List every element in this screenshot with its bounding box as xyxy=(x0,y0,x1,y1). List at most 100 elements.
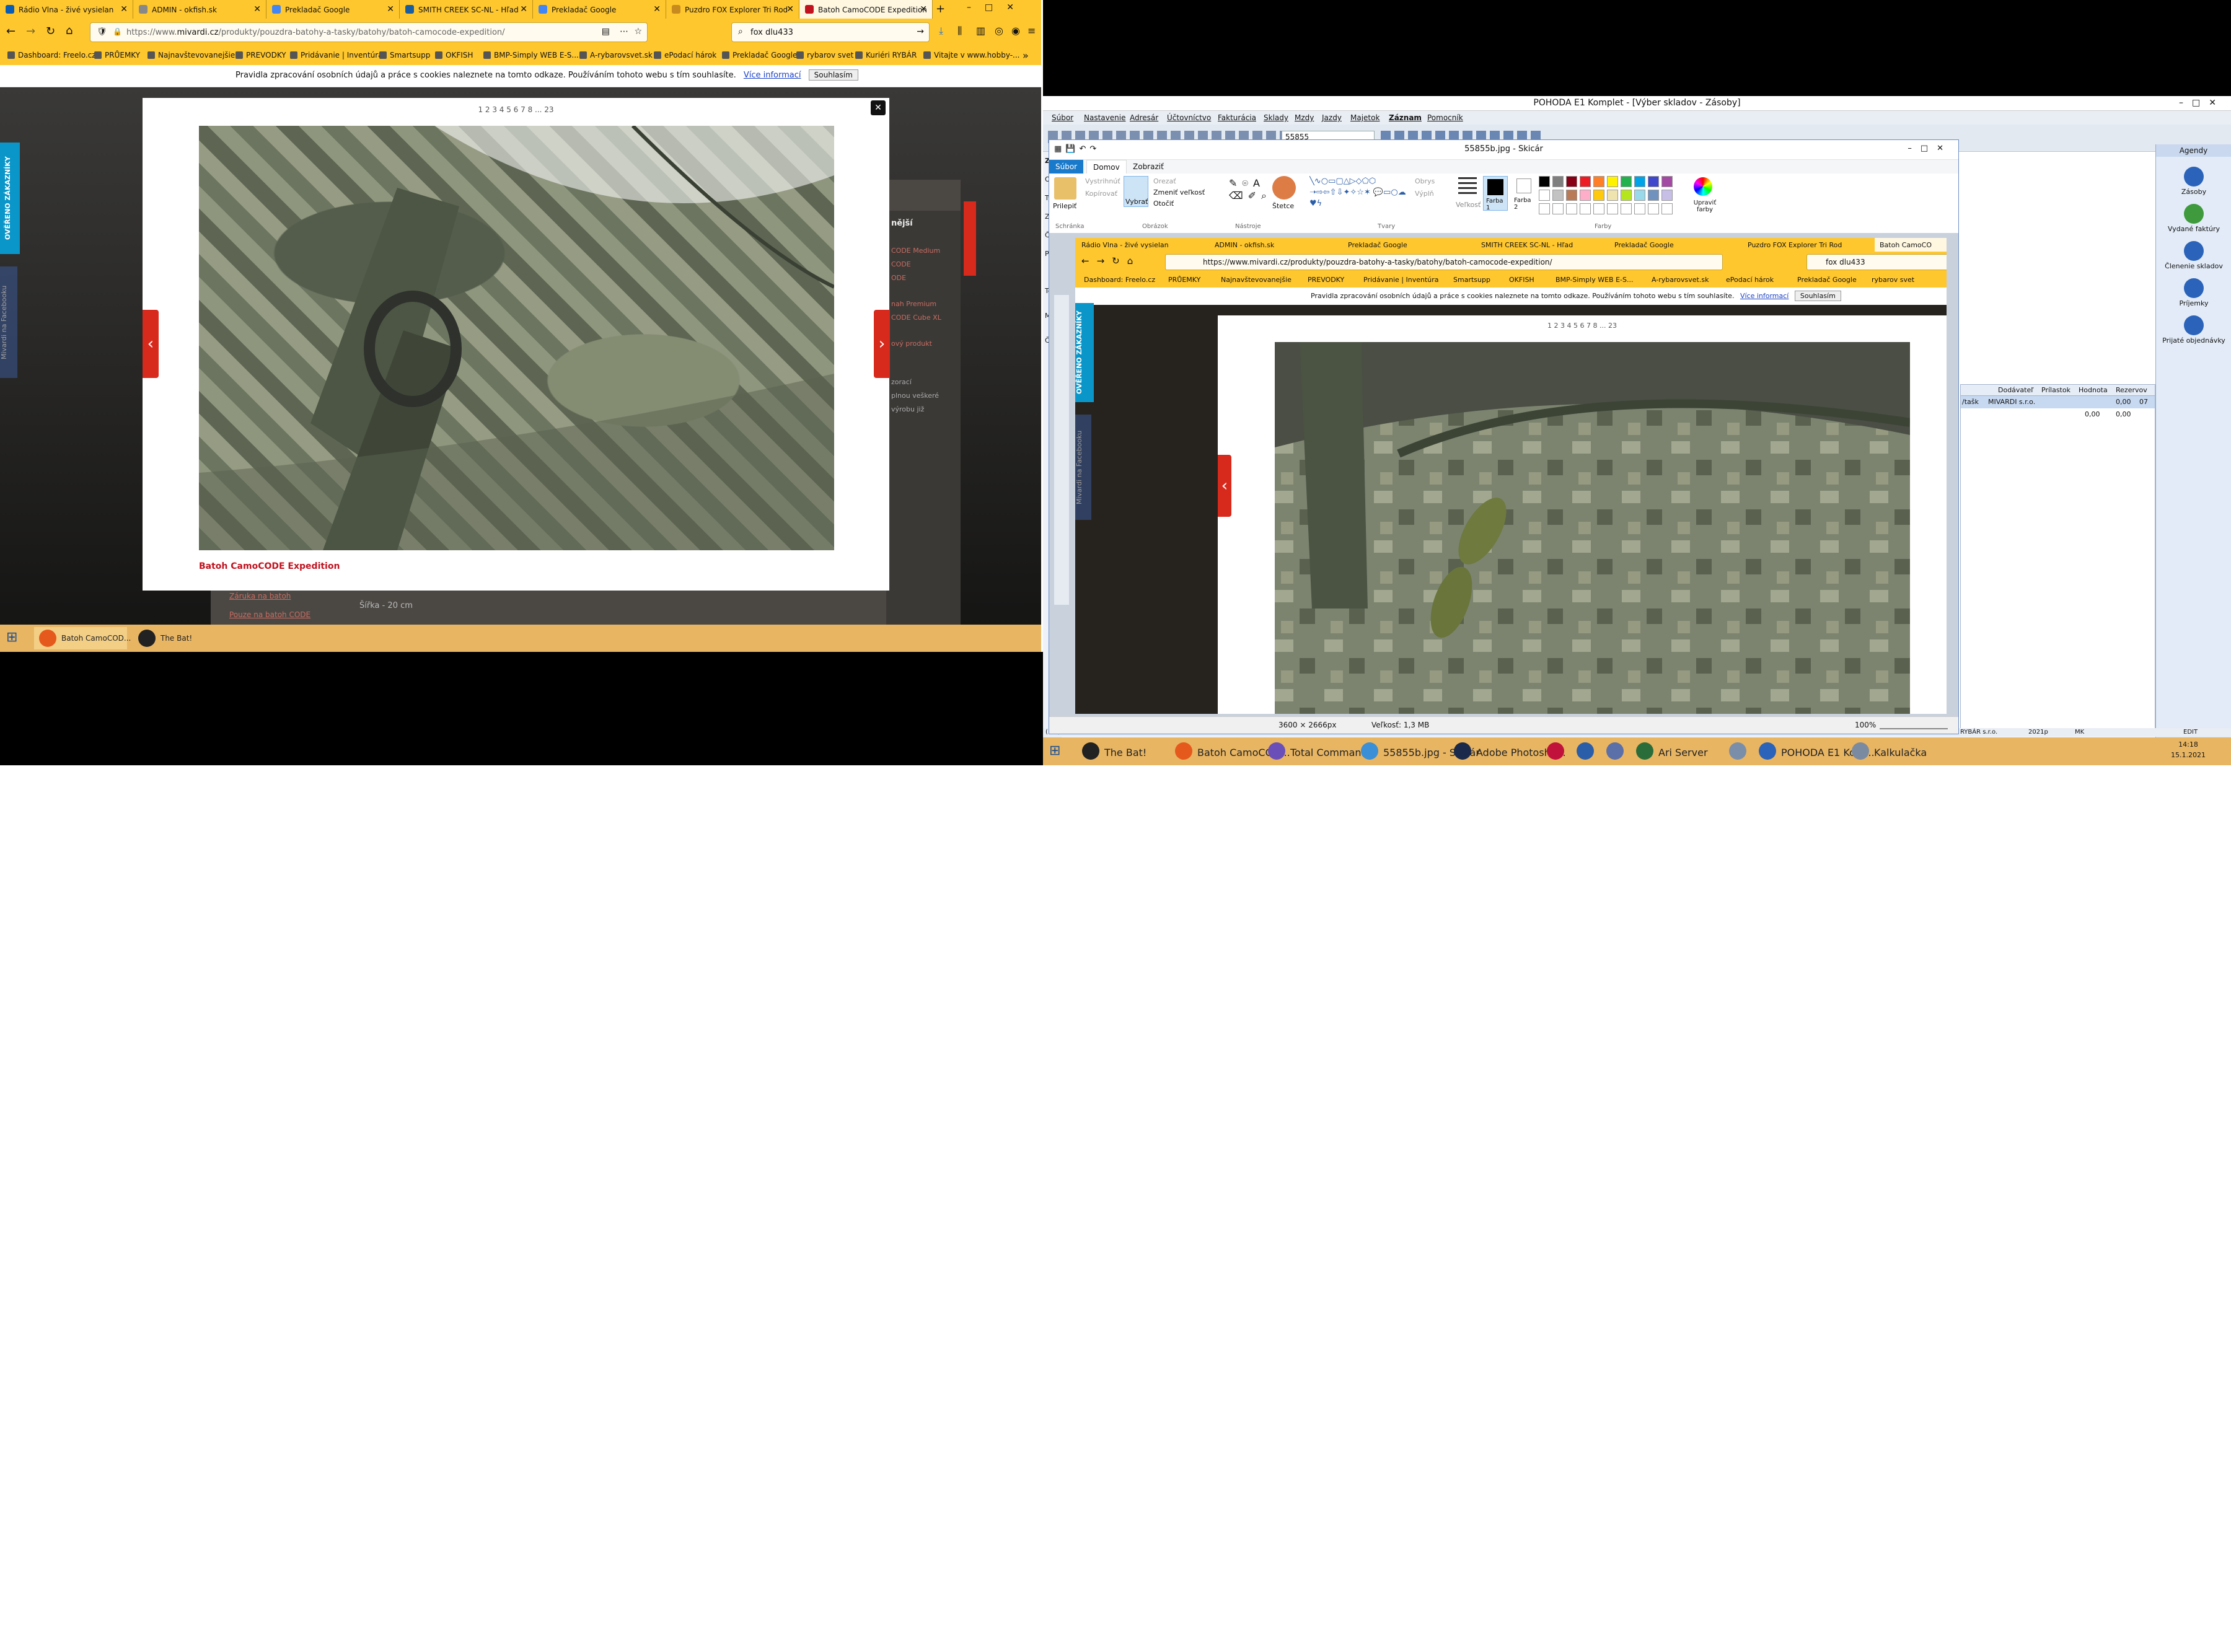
palette-color-swatch[interactable] xyxy=(1552,190,1564,201)
close-tab-icon[interactable]: ✕ xyxy=(120,4,128,14)
palette-color-swatch[interactable] xyxy=(1593,176,1604,187)
palette-empty-swatch[interactable] xyxy=(1621,203,1632,214)
close-tab-icon[interactable]: ✕ xyxy=(920,4,927,14)
taskbar-item[interactable]: Adobe Photosho... xyxy=(1449,740,1566,762)
bookmark-item[interactable]: Najnavštevovanejšie xyxy=(147,51,235,59)
lightbox-next-button[interactable]: › xyxy=(874,310,890,378)
inner-verified-badge[interactable]: OVĚŘENO ZÁKAZNÍKY xyxy=(1075,303,1094,402)
palette-color-swatch[interactable] xyxy=(1580,190,1591,201)
bookmark-item[interactable]: Smartsupp xyxy=(379,51,430,59)
inner-cookie-link[interactable]: Více informací xyxy=(1740,292,1789,300)
taskbar-item[interactable] xyxy=(1542,740,1569,762)
palette-color-swatch[interactable] xyxy=(1607,190,1618,201)
palette-color-swatch[interactable] xyxy=(1661,176,1673,187)
library-icon[interactable]: ⫼ xyxy=(957,25,962,37)
lightbox-prev-button[interactable]: ‹ xyxy=(143,310,159,378)
inner-tab-active[interactable]: Batoh CamoCO xyxy=(1875,238,1947,252)
bookmark-item[interactable]: PREVODKY xyxy=(235,51,286,59)
inner-bookmark[interactable]: BMP-Simply WEB E-S... xyxy=(1556,276,1633,284)
palette-color-swatch[interactable] xyxy=(1539,176,1550,187)
taskbar-item[interactable]: Batoh CamoCOD... xyxy=(1170,740,1290,762)
palette-empty-swatch[interactable] xyxy=(1661,203,1673,214)
facebook-side-tab[interactable]: Mivardi na Facebooku xyxy=(0,266,17,378)
reload-icon[interactable]: ↻ xyxy=(46,25,55,38)
inner-bookmark[interactable]: PRŮEMKY xyxy=(1168,276,1200,284)
tab-batoh-camocode[interactable]: Batoh CamoCODE Expedition ✕ xyxy=(799,0,933,19)
agenda-prijate-objednavky[interactable]: Prijaté objednávky xyxy=(2156,315,2231,345)
select-button[interactable]: Vybrať xyxy=(1124,176,1148,207)
palette-empty-swatch[interactable] xyxy=(1634,203,1645,214)
bookmark-item[interactable]: Vitajte v www.hobby-... xyxy=(923,51,1020,59)
lightbox-pager[interactable]: 1 2 3 4 5 6 7 8 ... 23 xyxy=(143,105,889,114)
table-row[interactable]: 0,00 0,00 xyxy=(1961,408,2155,421)
inner-bookmark[interactable]: PREVODKY xyxy=(1308,276,1344,284)
palette-color-swatch[interactable] xyxy=(1661,190,1673,201)
start-icon[interactable]: ⊞ xyxy=(6,630,17,645)
table-row[interactable]: /tašk MIVARDI s.r.o. 0,00 07 xyxy=(1961,396,2155,408)
inner-tab[interactable]: Prekladač Google xyxy=(1348,241,1407,249)
palette-color-swatch[interactable] xyxy=(1648,190,1659,201)
inner-pager[interactable]: 1 2 3 4 5 6 7 8 ... 23 xyxy=(1218,322,1947,330)
inner-url-bar[interactable]: https://www.mivardi.cz/produkty/pouzdra-… xyxy=(1165,254,1723,270)
palette-empty-swatch[interactable] xyxy=(1552,203,1564,214)
edit-colors-button[interactable]: Upraviť farby xyxy=(1690,200,1720,213)
inner-nav-icons[interactable]: ←→↻⌂ xyxy=(1081,255,1140,266)
inner-tab[interactable]: Puzdro FOX Explorer Tri Rod xyxy=(1748,241,1842,249)
palette-color-swatch[interactable] xyxy=(1621,176,1632,187)
copy-button[interactable]: Kopírovať xyxy=(1085,190,1117,198)
start-icon[interactable]: ⊞ xyxy=(1049,743,1060,758)
reader-view-icon[interactable]: ▤ xyxy=(602,27,610,37)
menu-item[interactable]: Súbor xyxy=(1052,113,1073,122)
search-go-icon[interactable]: → xyxy=(917,27,924,37)
bookmark-item[interactable]: OKFISH xyxy=(435,51,473,59)
inner-bookmark[interactable]: Smartsupp xyxy=(1453,276,1490,284)
bookmark-item[interactable]: Kuriéri RYBÁR xyxy=(855,51,917,59)
tools-icons[interactable]: ✎⌾A ⌫✐⌕ xyxy=(1229,177,1272,202)
menu-item[interactable]: Mzdy xyxy=(1295,113,1314,122)
outline-button[interactable]: Obrys xyxy=(1415,177,1435,185)
inner-tab[interactable]: Rádio Vlna - živé vysielan xyxy=(1081,241,1169,249)
bookmark-item[interactable]: Dashboard: Freelo.cz xyxy=(7,51,96,59)
tab-puzdro-fox[interactable]: Puzdro FOX Explorer Tri Rod ✕ xyxy=(666,0,799,19)
account-icon[interactable]: ◎ xyxy=(995,25,1003,37)
paste-button[interactable]: Prilepiť xyxy=(1053,202,1076,210)
search-input[interactable]: fox dlu433 xyxy=(750,28,793,37)
menu-item[interactable]: Účtovníctvo xyxy=(1167,113,1211,122)
close-tab-icon[interactable]: ✕ xyxy=(786,4,794,14)
size-icon[interactable] xyxy=(1458,177,1477,196)
palette-color-swatch[interactable] xyxy=(1634,176,1645,187)
bookmark-item[interactable]: rybarov svet xyxy=(796,51,853,59)
taskbar-item[interactable]: Kalkulačka xyxy=(1847,740,1937,762)
sidebar-icon[interactable]: ▥ xyxy=(976,25,985,37)
downloads-icon[interactable]: ⤓ xyxy=(939,25,943,37)
palette-empty-swatch[interactable] xyxy=(1607,203,1618,214)
bookmark-item[interactable]: ePodací hárok xyxy=(654,51,716,59)
inner-tab[interactable]: Prekladač Google xyxy=(1614,241,1674,249)
size-button[interactable]: Veľkosť xyxy=(1456,201,1481,209)
inner-bookmark[interactable]: Pridávanie | Inventúra xyxy=(1363,276,1439,284)
palette-empty-swatch[interactable] xyxy=(1566,203,1577,214)
palette-color-swatch[interactable] xyxy=(1607,176,1618,187)
menu-item[interactable]: Sklady xyxy=(1264,113,1288,122)
cookie-accept-button[interactable]: Souhlasím xyxy=(808,69,858,81)
grid-header-cell[interactable]: Rezervov xyxy=(2116,386,2147,394)
taskbar-item[interactable]: 55855b.jpg - Skicár xyxy=(1356,740,1480,762)
palette-color-swatch[interactable] xyxy=(1593,190,1604,201)
menu-item[interactable]: Záznam xyxy=(1389,113,1422,122)
bookmark-item[interactable]: A-rybarovsvet.sk xyxy=(579,51,653,59)
menu-item[interactable]: Nastavenie xyxy=(1084,113,1125,122)
taskbar-item-firefox[interactable]: Batoh CamoCOD... xyxy=(34,627,131,649)
page-actions-icon[interactable]: ⋯ xyxy=(620,27,628,37)
search-box[interactable]: ⌕ fox dlu433 → xyxy=(731,22,930,42)
bookmark-item[interactable]: Prekladač Google xyxy=(722,51,797,59)
agenda-vydane-faktury[interactable]: Vydané faktúry xyxy=(2156,204,2231,233)
menu-item[interactable]: Majetok xyxy=(1350,113,1380,122)
url-bar[interactable]: 🛡 🔒 https://www.mivardi.cz/produkty/pouz… xyxy=(90,22,648,42)
palette-color-swatch[interactable] xyxy=(1621,190,1632,201)
tab-prekladac-google-2[interactable]: Prekladač Google ✕ xyxy=(533,0,666,19)
inner-bookmark[interactable]: OKFISH xyxy=(1509,276,1534,284)
palette-color-swatch[interactable] xyxy=(1580,176,1591,187)
inner-bookmark[interactable]: A-rybarovsvet.sk xyxy=(1652,276,1709,284)
menu-item[interactable]: Pomocník xyxy=(1427,113,1463,122)
taskbar-item[interactable]: Ari Server xyxy=(1631,740,1722,762)
